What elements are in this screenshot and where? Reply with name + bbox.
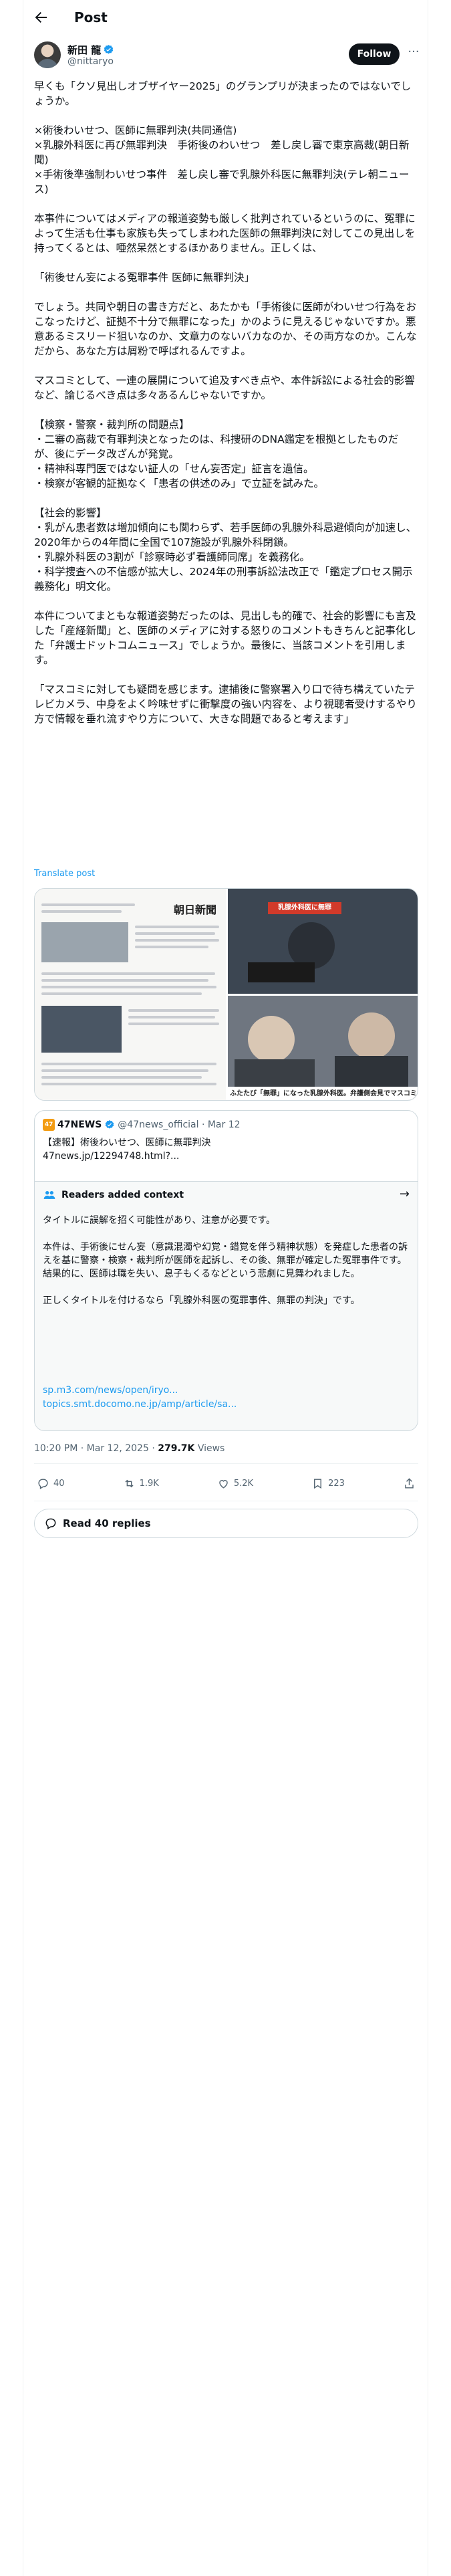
reply-icon [45, 1518, 56, 1529]
verified-badge-icon [104, 45, 114, 54]
quoted-handle-date: @47news_official · Mar 12 [118, 1119, 241, 1130]
divider [34, 1463, 418, 1464]
tweet-paragraph: 本事件についてはメディアの報道姿勢も厳しく批判されているというのに、冤罪によって… [34, 213, 416, 254]
translate-post-link[interactable]: Translate post [34, 869, 95, 879]
post-meta: 10:20 PM · Mar 12, 2025 · 279.7K Views [34, 1443, 224, 1454]
note-body: タイトルに誤解を招く可能性があり、注意が必要です。 本件は、手術後にせん妄（意識… [43, 1214, 410, 1321]
read-replies-button[interactable]: Read 40 replies [34, 1509, 418, 1538]
readers-context-note: Readers added context → タイトルに誤解を招く可能性があり… [34, 1181, 418, 1431]
views-label: Views [194, 1443, 225, 1454]
quoted-text: 【速報】術後わいせつ、医師に無罪判決 47news.jp/12294748.ht… [43, 1136, 410, 1163]
tweet-paragraph: 【検察・警察・裁判所の問題点】 ・二審の高裁で有罪判決となったのは、科捜研のDN… [34, 419, 399, 490]
author-name-text: 新田 龍 [67, 44, 102, 56]
tweet-paragraph: ×術後わいせつ、医師に無罪判決(共同通信) ×乳腺外科医に再び無罪判決 手術後の… [34, 124, 410, 195]
repost-icon [125, 1479, 134, 1487]
like-button[interactable]: 5.2K [217, 1477, 253, 1490]
quoted-link[interactable]: 47news.jp/12294748.html?... [43, 1150, 410, 1163]
read-replies-label: Read 40 replies [63, 1517, 151, 1529]
tweet-paragraph: 「術後せん妄による冤罪事件 医師に無罪判決」 [34, 272, 255, 284]
views-count: 279.7K [158, 1443, 195, 1454]
avatar[interactable] [34, 41, 61, 68]
quoted-post[interactable]: 47 47NEWS @47news_official · Mar 12 【速報】… [34, 1110, 418, 1181]
post-column: Post 新田 龍 @nittaryo Follow ··· 早くも「クソ見出し… [23, 0, 428, 2576]
note-link[interactable]: topics.smt.docomo.ne.jp/amp/article/sa..… [43, 1398, 237, 1412]
quoted-text-line: 【速報】術後わいせつ、医師に無罪判決 [43, 1138, 211, 1148]
follow-button[interactable]: Follow [349, 43, 400, 65]
bookmark-button[interactable]: 223 [311, 1477, 345, 1490]
press-conference-image[interactable]: ふたたび「無罪」になった乳腺外科医。弁護側会見でマスコミ [228, 996, 418, 1100]
share-button[interactable] [403, 1477, 416, 1490]
note-paragraph: 正しくタイトルを付けるなら「乳腺外科医の冤罪事件、無罪の判決」です。 [43, 1295, 360, 1306]
tweet-paragraph: マスコミとして、一連の展開について追及すべき点や、本件訴訟による社会的影響など、… [34, 374, 415, 401]
author-name[interactable]: 新田 龍 [67, 43, 114, 57]
verified-badge-icon [105, 1120, 114, 1129]
author-row: 新田 龍 @nittaryo Follow ··· [34, 40, 420, 71]
share-icon [405, 1477, 414, 1489]
top-bar: Post [23, 0, 429, 35]
tweet-paragraph: 「マスコミに対しても疑問を感じます。逮捕後に警察署入り口で待ち構えていたテレビカ… [34, 683, 417, 725]
people-icon [43, 1191, 55, 1199]
reply-button[interactable]: 40 [37, 1477, 65, 1490]
bookmark-count: 223 [328, 1478, 345, 1489]
quoted-post-header: 47 47NEWS @47news_official · Mar 12 [43, 1119, 241, 1131]
reply-icon [38, 1478, 48, 1489]
newspaper-logo: 朝日新聞 [173, 903, 216, 916]
back-arrow-icon[interactable] [33, 9, 49, 25]
like-count: 5.2K [233, 1478, 254, 1489]
page-title: Post [74, 9, 108, 25]
more-options-icon[interactable]: ··· [406, 45, 422, 62]
media-grid[interactable]: 朝日新聞 乳腺外科医に無罪 ふたたび「無罪」になった乳腺外科医。弁護側会見でマス… [34, 888, 418, 1101]
heart-icon [219, 1479, 228, 1489]
bookmark-icon [314, 1478, 322, 1489]
action-bar: 40 1.9K 5.2K 223 [34, 1469, 418, 1498]
note-title: Readers added context [61, 1190, 184, 1200]
reply-count: 40 [53, 1478, 65, 1489]
tweet-text: 早くも「クソ見出しオブザイヤー2025」のグランプリが決まったのではないでしょう… [34, 79, 418, 741]
tweet-paragraph: でしょう。共同や朝日の書き方だと、あたかも「手術後に医師がわいせつ行為をおこなっ… [34, 301, 417, 357]
photo-caption: ふたたび「無罪」になった乳腺外科医。弁護側会見でマスコミ [228, 1087, 418, 1100]
note-link[interactable]: sp.m3.com/news/open/iryo... [43, 1384, 237, 1398]
post-timestamp[interactable]: 10:20 PM · Mar 12, 2025 · [34, 1443, 158, 1454]
quoted-avatar-icon: 47 [43, 1119, 55, 1131]
arrow-right-icon[interactable]: → [400, 1187, 410, 1201]
note-paragraph: 本件は、手術後にせん妄（意識混濁や幻覚・錯覚を伴う精神状態）を発症した患者の訴え… [43, 1242, 408, 1279]
quoted-author-name: 47NEWS [57, 1119, 102, 1130]
tweet-paragraph: 本件についてまともな報道姿勢だったのは、見出しも的確で、社会的影響にも言及した「… [34, 610, 416, 666]
note-header[interactable]: Readers added context [43, 1188, 184, 1202]
repost-button[interactable]: 1.9K [123, 1477, 159, 1490]
note-links: sp.m3.com/news/open/iryo... topics.smt.d… [43, 1384, 237, 1412]
author-handle[interactable]: @nittaryo [67, 56, 114, 67]
tv-broadcast-image[interactable]: 乳腺外科医に無罪 [228, 889, 418, 994]
tweet-paragraph: 早くも「クソ見出しオブザイヤー2025」のグランプリが決まったのではないでしょう… [34, 80, 412, 107]
repost-count: 1.9K [139, 1478, 159, 1489]
note-paragraph: タイトルに誤解を招く可能性があり、注意が必要です。 [43, 1215, 276, 1226]
newspaper-screenshot-image[interactable]: 朝日新聞 [35, 889, 226, 1100]
tweet-paragraph: 【社会的影響】 ・乳がん患者数は増加傾向にも関わらず、若手医師の乳腺外科忌避傾向… [34, 507, 417, 593]
tv-banner: 乳腺外科医に無罪 [268, 902, 341, 914]
